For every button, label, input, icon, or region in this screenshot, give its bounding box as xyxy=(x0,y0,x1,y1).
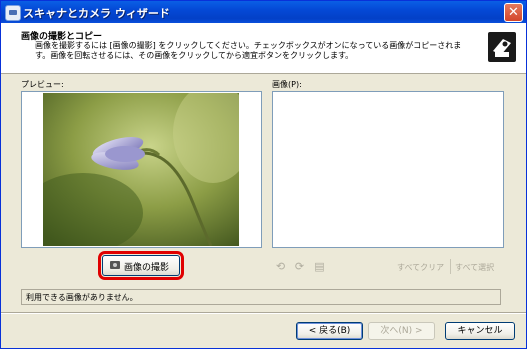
preview-pane xyxy=(21,91,262,248)
wizard-header: 画像の撮影とコピー 画像を撮影するには [画像の撮影] をクリックしてください。… xyxy=(1,23,526,74)
camera-icon xyxy=(110,261,120,269)
camera-wizard-icon xyxy=(488,32,516,62)
toolbar-divider xyxy=(450,259,451,274)
title-bar[interactable]: スキャナとカメラ ウィザード ✕ xyxy=(1,1,526,23)
capture-button-label: 画像の撮影 xyxy=(124,263,170,273)
footer-divider xyxy=(1,312,526,314)
page-description: 画像を撮影するには [画像の撮影] をクリックしてください。チェックボックスがオ… xyxy=(35,41,462,60)
images-label: 画像(P): xyxy=(272,80,302,89)
images-list[interactable] xyxy=(272,91,504,248)
scanner-camera-icon xyxy=(5,5,21,21)
cancel-button[interactable]: キャンセル xyxy=(445,322,515,340)
back-button[interactable]: < 戻る(B) xyxy=(296,322,363,340)
close-button[interactable]: ✕ xyxy=(504,3,523,22)
clear-all-button[interactable]: すべてクリア xyxy=(397,262,444,273)
preview-label: プレビュー: xyxy=(21,80,64,89)
preview-image xyxy=(43,93,239,246)
status-text: 利用できる画像がありません。 xyxy=(26,293,138,302)
wizard-window: スキャナとカメラ ウィザード ✕ 画像の撮影とコピー 画像を撮影するには [画像… xyxy=(0,0,527,349)
status-bar: 利用できる画像がありません。 xyxy=(21,289,501,305)
select-all-button[interactable]: すべて選択 xyxy=(455,262,494,273)
properties-icon[interactable]: ▤ xyxy=(313,261,326,273)
window-title: スキャナとカメラ ウィザード xyxy=(23,7,170,20)
rotate-left-icon[interactable]: ⟲ xyxy=(274,261,287,273)
capture-image-button[interactable]: 画像の撮影 xyxy=(98,251,184,280)
next-button[interactable]: 次へ(N) > xyxy=(368,322,435,340)
rotate-right-icon[interactable]: ⟳ xyxy=(293,261,306,273)
